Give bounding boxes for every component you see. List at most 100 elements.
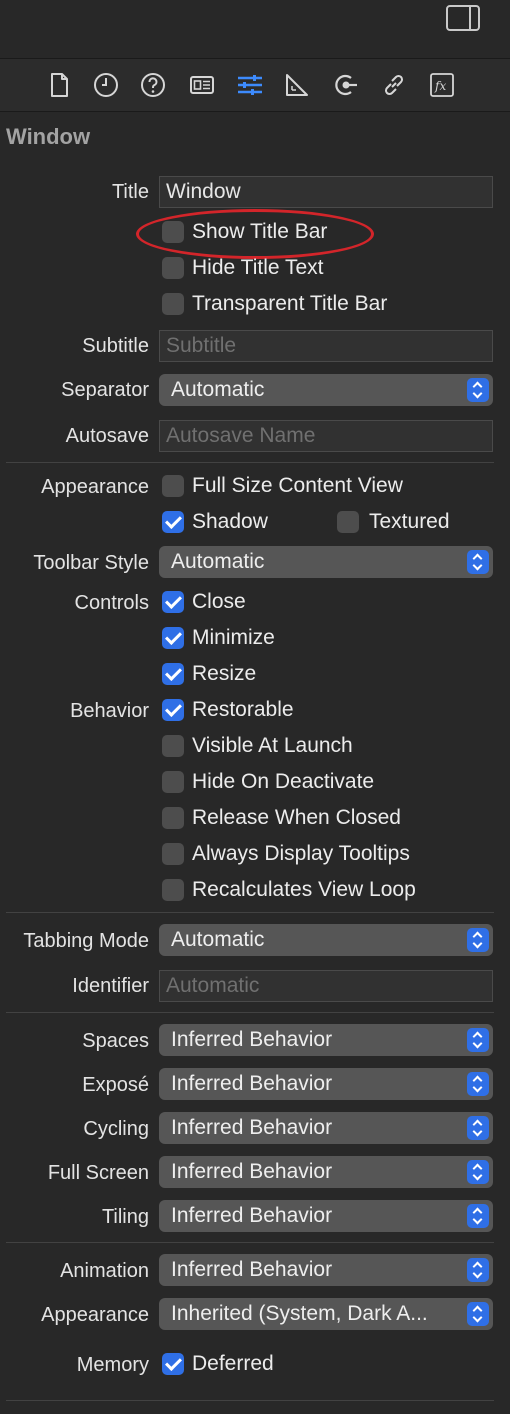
spaces-label: Spaces [82, 1030, 149, 1052]
cycling-popup-value: Inferred Behavior [171, 1116, 333, 1139]
minimize-label: Minimize [192, 626, 275, 649]
expose-popup[interactable]: Inferred Behavior [159, 1068, 493, 1100]
full-screen-popup[interactable]: Inferred Behavior [159, 1156, 493, 1188]
tiling-popup-value: Inferred Behavior [171, 1204, 333, 1227]
memory-label: Memory [76, 1354, 149, 1376]
toolbar-style-popup-value: Automatic [171, 550, 265, 573]
divider [6, 912, 494, 913]
recalculates-view-loop-label: Recalculates View Loop [192, 878, 416, 901]
identifier-field[interactable]: Automatic [159, 970, 493, 1002]
hide-on-deactivate-label: Hide On Deactivate [192, 770, 375, 793]
chevron-up-down-icon [467, 1028, 489, 1052]
chevron-up-down-icon [467, 1116, 489, 1140]
divider [6, 462, 494, 463]
inspector-top-bar [0, 0, 510, 58]
hide-title-text-checkbox[interactable] [162, 257, 184, 279]
subtitle-field[interactable]: Subtitle [159, 330, 493, 362]
connections-inspector-icon[interactable] [331, 71, 359, 99]
inspector-tab-bar: fx [0, 58, 510, 112]
behavior-label: Behavior [70, 700, 149, 722]
separator-popup-value: Automatic [171, 378, 265, 401]
title-label: Title [111, 181, 149, 203]
spaces-popup[interactable]: Inferred Behavior [159, 1024, 493, 1056]
visible-at-launch-label: Visible At Launch [192, 734, 353, 757]
svg-text:fx: fx [434, 79, 446, 93]
textured-checkbox[interactable] [337, 511, 359, 533]
history-inspector-icon[interactable] [92, 71, 120, 99]
tiling-popup[interactable]: Inferred Behavior [159, 1200, 493, 1232]
autosave-label: Autosave [65, 425, 149, 447]
close-label: Close [192, 590, 246, 613]
animation-label: Animation [60, 1260, 149, 1282]
release-when-closed-label: Release When Closed [192, 806, 401, 829]
size-inspector-icon[interactable] [283, 71, 311, 99]
hide-title-text-label: Hide Title Text [192, 256, 324, 279]
tabbing-mode-label: Tabbing Mode [23, 930, 149, 952]
deferred-checkbox[interactable] [162, 1353, 184, 1375]
file-inspector-icon[interactable] [45, 71, 73, 99]
controls-label: Controls [74, 592, 149, 614]
restorable-checkbox[interactable] [162, 699, 184, 721]
animation-popup[interactable]: Inferred Behavior [159, 1254, 493, 1286]
view-effects-inspector-icon[interactable]: fx [428, 71, 456, 99]
tabbing-mode-popup[interactable]: Automatic [159, 924, 493, 956]
full-screen-popup-value: Inferred Behavior [171, 1160, 333, 1183]
title-field[interactable]: Window [159, 176, 493, 208]
separator-label: Separator [61, 379, 149, 401]
release-when-closed-checkbox[interactable] [162, 807, 184, 829]
chevron-up-down-icon [467, 928, 489, 952]
expose-popup-value: Inferred Behavior [171, 1072, 333, 1095]
quick-help-inspector-icon[interactable] [139, 71, 167, 99]
appearance-label: Appearance [41, 476, 149, 498]
resize-label: Resize [192, 662, 257, 685]
minimize-checkbox[interactable] [162, 627, 184, 649]
chevron-up-down-icon [467, 1160, 489, 1184]
appearance-popup[interactable]: Inherited (System, Dark A... [159, 1298, 493, 1330]
separator-popup[interactable]: Automatic [159, 374, 493, 406]
appearance-popup-label: Appearance [41, 1304, 149, 1326]
cycling-label: Cycling [83, 1118, 149, 1140]
chevron-up-down-icon [467, 378, 489, 402]
animation-popup-value: Inferred Behavior [171, 1258, 333, 1281]
always-display-tooltips-label: Always Display Tooltips [192, 842, 410, 865]
bindings-inspector-icon[interactable] [380, 71, 408, 99]
transparent-title-bar-label: Transparent Title Bar [192, 292, 388, 315]
full-screen-label: Full Screen [47, 1162, 149, 1184]
subtitle-label: Subtitle [82, 335, 149, 357]
chevron-up-down-icon [467, 550, 489, 574]
toggle-inspector-panel-icon[interactable] [446, 5, 480, 31]
full-size-content-view-checkbox[interactable] [162, 475, 184, 497]
expose-label: Exposé [82, 1074, 149, 1096]
restorable-label: Restorable [192, 698, 294, 721]
textured-label: Textured [369, 510, 450, 533]
attributes-inspector-icon[interactable] [236, 71, 264, 99]
toolbar-style-label: Toolbar Style [33, 552, 149, 574]
tabbing-mode-popup-value: Automatic [171, 928, 265, 951]
visible-at-launch-checkbox[interactable] [162, 735, 184, 757]
spaces-popup-value: Inferred Behavior [171, 1028, 333, 1051]
divider [6, 1400, 494, 1401]
chevron-up-down-icon [467, 1204, 489, 1228]
chevron-up-down-icon [467, 1302, 489, 1326]
identity-inspector-icon[interactable] [188, 71, 216, 99]
identifier-label: Identifier [72, 975, 149, 997]
recalculates-view-loop-checkbox[interactable] [162, 879, 184, 901]
chevron-up-down-icon [467, 1258, 489, 1282]
toolbar-style-popup[interactable]: Automatic [159, 546, 493, 578]
shadow-checkbox[interactable] [162, 511, 184, 533]
deferred-label: Deferred [192, 1352, 274, 1375]
cycling-popup[interactable]: Inferred Behavior [159, 1112, 493, 1144]
shadow-label: Shadow [192, 510, 268, 533]
hide-on-deactivate-checkbox[interactable] [162, 771, 184, 793]
chevron-up-down-icon [467, 1072, 489, 1096]
always-display-tooltips-checkbox[interactable] [162, 843, 184, 865]
tiling-label: Tiling [101, 1206, 149, 1228]
autosave-field[interactable]: Autosave Name [159, 420, 493, 452]
section-title: Window [6, 124, 91, 149]
transparent-title-bar-checkbox[interactable] [162, 293, 184, 315]
close-checkbox[interactable] [162, 591, 184, 613]
divider [6, 1012, 494, 1013]
resize-checkbox[interactable] [162, 663, 184, 685]
annotation-highlight [136, 209, 374, 259]
full-size-content-view-label: Full Size Content View [192, 474, 403, 497]
